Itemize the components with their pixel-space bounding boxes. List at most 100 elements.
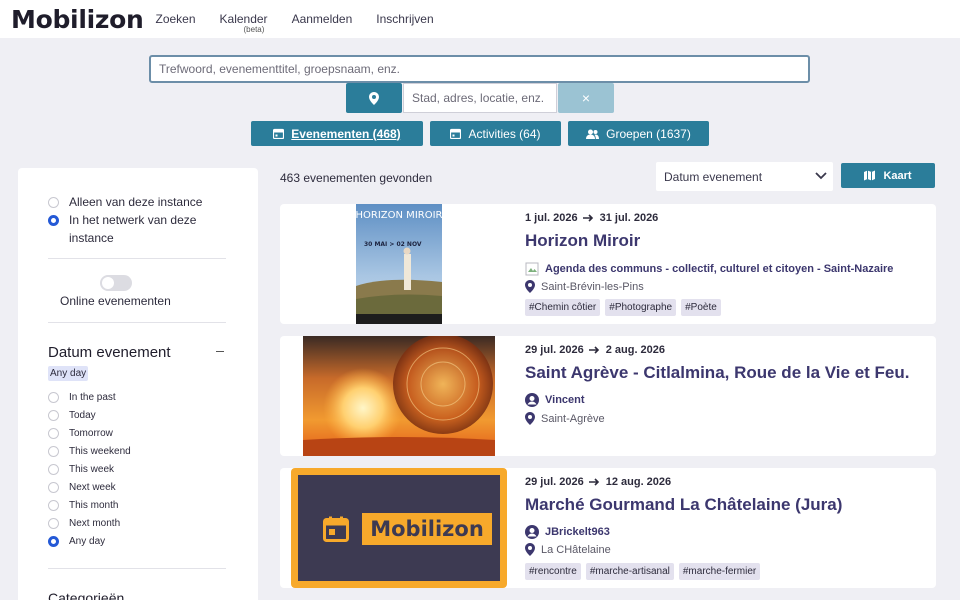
organizer-name: Vincent	[545, 394, 585, 406]
location-input[interactable]: Stad, adres, locatie, enz.	[403, 83, 557, 113]
date-option[interactable]: Any day	[48, 536, 105, 548]
online-events-toggle[interactable]	[100, 275, 132, 291]
map-pin-icon	[525, 543, 535, 556]
date-filter-title[interactable]: Datum evenement	[48, 344, 171, 361]
broken-image-icon	[525, 262, 539, 276]
event-poster-image: HORIZON MIROIR 30 MAI > 02 NOV	[356, 204, 442, 324]
tab-activities-label: Activities (64)	[468, 126, 541, 141]
radio-button[interactable]	[48, 197, 59, 208]
tab-groups[interactable]: Groepen (1637)	[568, 121, 709, 146]
event-tag[interactable]: #marche-fermier	[678, 563, 761, 580]
event-tag[interactable]: #Chemin côtier	[525, 299, 601, 316]
nav-login-link[interactable]: Aanmelden	[292, 12, 353, 26]
tab-groups-label: Groepen (1637)	[606, 126, 691, 141]
event-end-date: 2 aug. 2026	[605, 344, 666, 356]
calendar-icon	[273, 128, 285, 139]
date-filter-selected-badge: Any day	[48, 366, 89, 381]
event-card[interactable]: 29 jul. 2026 2 aug. 2026 Saint Agrève - …	[280, 336, 936, 456]
event-card[interactable]: Mobilizon 29 jul. 2026 12 aug. 2026 Marc…	[280, 468, 936, 588]
poster-dates: 30 MAI > 02 NOV	[364, 241, 422, 248]
event-tags: #rencontre #marche-artisanal #marche-fer…	[525, 563, 761, 580]
arrow-right-icon	[582, 214, 593, 222]
sort-select[interactable]: Datum evenement	[656, 162, 833, 191]
placeholder-frame: Mobilizon	[298, 475, 500, 581]
event-placeholder-image: Mobilizon	[291, 468, 507, 588]
date-option[interactable]: This weekend	[48, 446, 131, 458]
event-location: Saint-Agrève	[525, 412, 605, 425]
location-name: La CHâtelaine	[541, 543, 611, 556]
collapse-icon[interactable]	[216, 351, 224, 352]
user-circle-icon	[525, 525, 539, 539]
beta-badge: (beta)	[243, 25, 265, 34]
nav-calendar-link[interactable]: Kalender (beta)	[220, 12, 268, 34]
people-icon	[586, 129, 600, 139]
map-view-button[interactable]: Kaart	[841, 163, 935, 188]
event-end-date: 12 aug. 2026	[605, 476, 672, 488]
location-name: Saint-Brévin-les-Pins	[541, 280, 644, 293]
event-tag[interactable]: #Poète	[681, 299, 721, 316]
event-card[interactable]: HORIZON MIROIR 30 MAI > 02 NOV 1 jul. 20…	[280, 204, 936, 324]
event-location: Saint-Brévin-les-Pins	[525, 280, 644, 293]
location-name: Saint-Agrève	[541, 412, 605, 425]
categories-filter-title[interactable]: Categorieën	[48, 590, 124, 600]
arrow-right-icon	[588, 478, 599, 486]
radio-button[interactable]	[48, 500, 59, 511]
divider	[48, 322, 226, 323]
tab-events-label: Evenementen (468)	[291, 126, 401, 141]
event-start-date: 29 jul. 2026	[525, 476, 584, 488]
event-organizer[interactable]: Agenda des communs - collectif, culturel…	[525, 262, 893, 276]
organizer-name: JBrickelt963	[545, 526, 610, 538]
date-option[interactable]: Next month	[48, 518, 120, 530]
scope-option-local[interactable]: Alleen van deze instance	[48, 193, 202, 211]
event-title[interactable]: Saint Agrève - Citlalmina, Roue de la Vi…	[525, 363, 910, 383]
event-tag[interactable]: #Photographe	[605, 299, 677, 316]
event-title[interactable]: Horizon Miroir	[525, 231, 640, 251]
date-option[interactable]: This month	[48, 500, 118, 512]
event-date-range: 1 jul. 2026 31 jul. 2026	[525, 212, 658, 224]
tab-activities[interactable]: Activities (64)	[430, 121, 561, 146]
chevron-down-icon	[815, 172, 827, 180]
event-organizer[interactable]: Vincent	[525, 393, 585, 407]
divider	[48, 568, 226, 569]
event-tag[interactable]: #rencontre	[525, 563, 581, 580]
nav-search-link[interactable]: Zoeken	[155, 12, 195, 26]
radio-button[interactable]	[48, 410, 59, 421]
map-view-label: Kaart	[883, 169, 912, 182]
radio-button[interactable]	[48, 392, 59, 403]
date-option[interactable]: Tomorrow	[48, 428, 113, 440]
tab-events[interactable]: Evenementen (468)	[251, 121, 423, 146]
radio-button[interactable]	[48, 428, 59, 439]
event-tags: #Chemin côtier #Photographe #Poète	[525, 299, 721, 316]
map-icon	[864, 170, 876, 181]
radio-button[interactable]	[48, 518, 59, 529]
radio-button-selected[interactable]	[48, 215, 59, 226]
calendar-icon	[450, 128, 462, 139]
date-option[interactable]: In the past	[48, 392, 116, 404]
event-title[interactable]: Marché Gourmand La Châtelaine (Jura)	[525, 495, 842, 515]
radio-button[interactable]	[48, 446, 59, 457]
clear-location-button[interactable]: ×	[558, 83, 614, 113]
mobilizon-logo[interactable]: Mobilizon	[11, 5, 144, 34]
date-option[interactable]: Next week	[48, 482, 116, 494]
radio-button[interactable]	[48, 482, 59, 493]
location-button[interactable]	[346, 83, 402, 113]
event-organizer[interactable]: JBrickelt963	[525, 525, 610, 539]
event-date-range: 29 jul. 2026 12 aug. 2026	[525, 476, 671, 488]
map-pin-icon	[525, 412, 535, 425]
results-count: 463 evenementen gevonden	[280, 171, 433, 185]
date-option[interactable]: This week	[48, 464, 114, 476]
event-sunset-image	[303, 336, 495, 456]
radio-button[interactable]	[48, 464, 59, 475]
top-navbar: Mobilizon Zoeken Kalender (beta) Aanmeld…	[0, 0, 960, 38]
search-input[interactable]: Trefwoord, evenementtitel, groepsnaam, e…	[149, 55, 810, 83]
event-location: La CHâtelaine	[525, 543, 611, 556]
filter-sidebar: Alleen van deze instance In het netwerk …	[18, 168, 258, 600]
event-end-date: 31 jul. 2026	[599, 212, 659, 224]
scope-option-network[interactable]: In het netwerk van deze instance	[48, 211, 223, 247]
organizer-name: Agenda des communs - collectif, culturel…	[545, 263, 894, 275]
nav-register-link[interactable]: Inschrijven	[376, 12, 433, 26]
date-option[interactable]: Today	[48, 410, 96, 422]
radio-button-selected[interactable]	[48, 536, 59, 547]
event-tag[interactable]: #marche-artisanal	[585, 563, 674, 580]
poster-text: HORIZON MIROIR	[356, 210, 442, 221]
